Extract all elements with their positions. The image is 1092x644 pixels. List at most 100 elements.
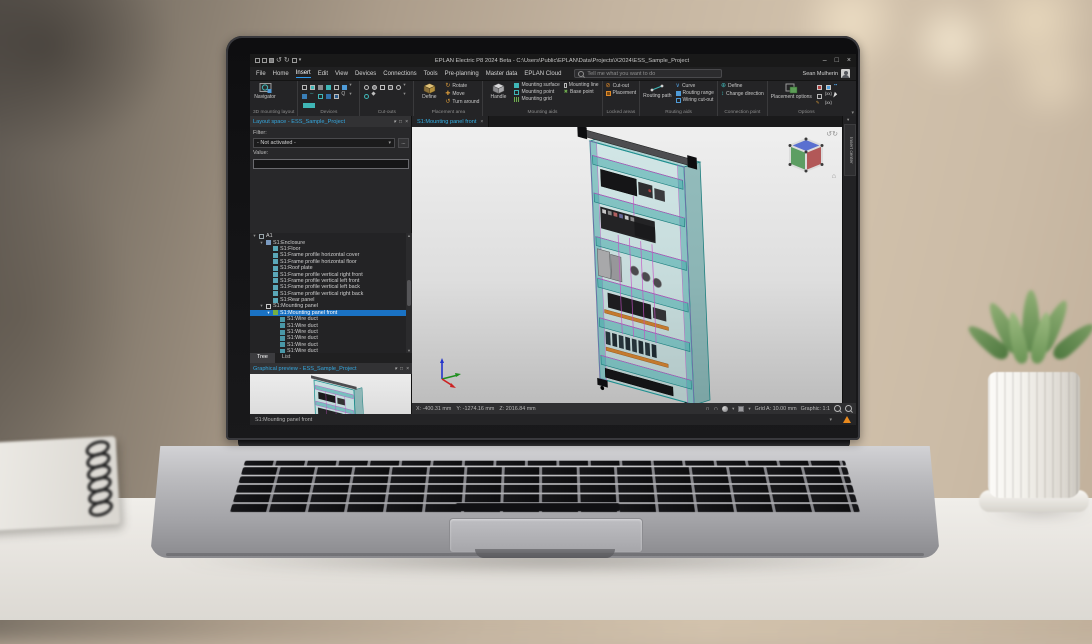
tab-devices[interactable]: Devices [355, 71, 376, 77]
rotate-view-icons[interactable]: ↺↻ [826, 131, 838, 138]
routing-range-button[interactable]: Routing range [676, 91, 714, 96]
routing-path-button[interactable]: Routing path [643, 83, 671, 100]
view-mode-icon[interactable] [738, 406, 744, 412]
options-tool-icon[interactable]: ✎ [816, 101, 824, 109]
tab-view[interactable]: View [335, 71, 348, 77]
cut-out-button[interactable]: ⊘Cut-out [606, 83, 637, 89]
define-connection-point-button[interactable]: ⊕Define [721, 83, 764, 89]
device-tool-icon[interactable] [334, 94, 339, 99]
tab-tools[interactable]: Tools [424, 71, 438, 77]
device-tool-icon[interactable]: ∼ [309, 92, 316, 100]
device-tool-icon[interactable] [342, 85, 347, 90]
dropdown-icon[interactable]: ▾ [403, 92, 410, 100]
filter-more-button[interactable]: ... [398, 138, 409, 148]
new-icon[interactable] [255, 58, 260, 63]
undo-icon[interactable]: ↺ [276, 58, 282, 63]
grid-setting[interactable]: Grid A: 10.00 mm [755, 406, 797, 412]
open-icon[interactable] [262, 58, 267, 63]
cutout-tool-icon[interactable] [372, 85, 377, 90]
navigation-cube[interactable] [789, 138, 824, 173]
3d-viewport[interactable]: ↺↻ ⌂ [412, 127, 842, 403]
snap-icon[interactable]: ∩ [706, 406, 710, 412]
cutout-tool-icon[interactable] [396, 85, 401, 90]
device-tool-icon[interactable] [318, 85, 323, 90]
redo-icon[interactable]: ↻ [284, 58, 290, 63]
tab-file[interactable]: File [256, 71, 266, 77]
device-tool-icon[interactable] [318, 94, 323, 99]
tab-close-icon[interactable]: × [480, 119, 483, 125]
move-button[interactable]: ✚Move [445, 91, 479, 97]
navigator-button[interactable]: Navigator [253, 83, 277, 101]
save-icon[interactable] [269, 58, 274, 63]
expand-statusbar-icon[interactable]: ▾ [829, 417, 832, 423]
layout-space-header[interactable]: Layout space - ESS_Sample_Project ▾□× [250, 116, 411, 127]
cutout-tool-icon[interactable] [364, 85, 369, 90]
tab-pre-planning[interactable]: Pre-planning [445, 71, 479, 77]
user-account[interactable]: Sean Mulherin [803, 69, 850, 78]
cutout-tool-icon[interactable]: ◆ [371, 92, 378, 100]
insert-center-tab[interactable]: Insert center [844, 124, 856, 176]
curve-button[interactable]: ∨Curve [676, 83, 714, 89]
graphical-preview-header[interactable]: Graphical preview - ESS_Sample_Project ▾… [250, 363, 412, 374]
placement-button[interactable]: Placement [606, 91, 637, 96]
device-tool-icon[interactable] [303, 103, 315, 108]
device-tool-icon[interactable] [334, 85, 339, 90]
panel-dropdown-icon[interactable]: ▾ [395, 366, 398, 372]
device-tool-icon[interactable] [302, 94, 307, 99]
xx-label[interactable]: (xx) [825, 101, 833, 109]
zoom-in-icon[interactable] [834, 405, 841, 412]
device-tool-icon[interactable] [302, 85, 307, 90]
cutout-tool-icon[interactable] [388, 85, 393, 90]
device-tool-icon[interactable] [326, 94, 331, 99]
cutout-tool-icon[interactable] [364, 94, 369, 99]
options-tool-icon[interactable] [817, 94, 822, 99]
zoom-out-icon[interactable] [845, 405, 852, 412]
device-tool-icon[interactable] [326, 85, 331, 90]
mounting-line-button[interactable]: Mounting line [564, 83, 599, 88]
dropdown-icon[interactable]: ▾ [349, 92, 356, 100]
turn-around-button[interactable]: ↺Turn around [445, 99, 479, 105]
tab-edit[interactable]: Edit [318, 71, 328, 77]
options-tool-icon[interactable] [826, 85, 831, 90]
render-mode-icon[interactable] [722, 406, 728, 412]
cursor-icon[interactable] [833, 92, 837, 99]
tab-eplan-cloud[interactable]: EPLAN Cloud [524, 71, 561, 77]
tab-home[interactable]: Home [273, 71, 289, 77]
handle-button[interactable]: Handle [486, 83, 510, 101]
mounting-grid-button[interactable]: Mounting grid [514, 97, 559, 102]
warning-icon[interactable] [843, 416, 851, 423]
chevron-down-icon[interactable]: ▾ [748, 406, 750, 412]
change-direction-button[interactable]: ↕Change direction [721, 91, 764, 97]
dropdown-icon[interactable]: ▾ [403, 83, 410, 91]
rotate-button[interactable]: ↻Rotate [445, 83, 479, 89]
mounting-surface-button[interactable]: Mounting surface [514, 83, 559, 88]
mounting-point-button[interactable]: Mounting point [514, 90, 559, 95]
chevron-down-icon[interactable]: ▾ [732, 406, 734, 412]
device-tool-icon[interactable] [310, 85, 315, 90]
quick-access-dropdown-icon[interactable]: ▾ [299, 58, 302, 63]
placement-options-button[interactable]: Placement options [771, 83, 812, 101]
panel-close-icon[interactable]: × [406, 366, 409, 372]
value-input[interactable] [253, 159, 409, 169]
dropdown-icon[interactable]: ▾ [349, 83, 356, 91]
tab-connections[interactable]: Connections [383, 71, 416, 77]
panel-float-icon[interactable]: □ [399, 119, 402, 125]
xx-label[interactable]: (xx) [825, 92, 833, 100]
scrollbar-thumb[interactable] [407, 280, 411, 306]
tab-insert[interactable]: Insert [296, 70, 311, 78]
document-tab[interactable]: S1:Mounting panel front × [412, 116, 489, 127]
snap-icon[interactable]: ∩ [714, 406, 718, 412]
print-icon[interactable] [292, 58, 297, 63]
cutout-tool-icon[interactable] [380, 85, 385, 90]
maximize-button[interactable]: □ [835, 57, 839, 64]
base-point-button[interactable]: ✖Base point [564, 90, 599, 95]
tab-tree[interactable]: Tree [250, 353, 275, 363]
graphic-scale[interactable]: Graphic: 1:1 [801, 406, 830, 412]
panel-close-icon[interactable]: × [405, 119, 408, 125]
tell-me-search[interactable]: Tell me what you want to do [574, 69, 722, 78]
panel-float-icon[interactable]: □ [400, 366, 403, 372]
options-tool-icon[interactable] [817, 85, 822, 90]
minimize-button[interactable]: – [823, 57, 827, 64]
tab-list[interactable]: List [275, 353, 297, 363]
wiring-cut-out-button[interactable]: Wiring cut-out [676, 98, 714, 103]
